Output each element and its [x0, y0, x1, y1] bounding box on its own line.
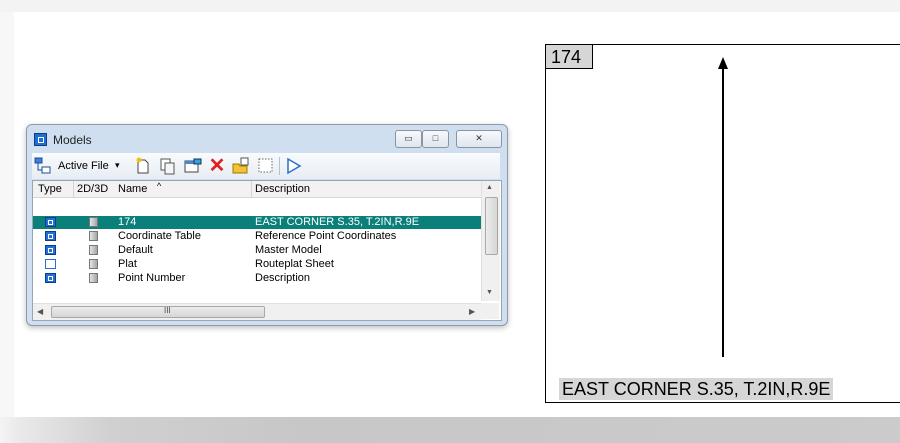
header-type[interactable]: Type — [38, 183, 62, 195]
new-model-icon[interactable] — [134, 157, 152, 175]
row-description: Master Model — [255, 244, 322, 256]
3d-model-icon — [89, 273, 98, 283]
model-properties-icon[interactable] — [184, 157, 202, 175]
window-title: Models — [53, 133, 92, 147]
model-number-label: 174 — [546, 45, 593, 69]
table-row[interactable]: Default Master Model — [33, 244, 481, 257]
toolbar: Active File ▾ ✕ — [32, 153, 500, 179]
row-description: Reference Point Coordinates — [255, 230, 397, 242]
background-left-band — [0, 12, 14, 417]
scroll-grip: III — [164, 306, 171, 315]
scroll-left-icon[interactable]: ◀ — [37, 307, 43, 316]
sort-ascending-icon: ^ — [157, 181, 162, 191]
model-icon — [45, 245, 56, 255]
3d-model-icon — [89, 231, 98, 241]
background-bottom-band — [0, 417, 900, 443]
row-description: EAST CORNER S.35, T.2IN,R.9E — [255, 216, 420, 228]
row-description: Routeplat Sheet — [255, 258, 334, 270]
list-header: Type 2D/3D Name ^ Description — [33, 181, 481, 198]
models-list: Type 2D/3D Name ^ Description 174 EAST C… — [32, 180, 502, 321]
drawing-sheet: 174 EAST CORNER S.35, T.2IN,R.9E — [545, 44, 900, 403]
row-name: Coordinate Table — [118, 230, 201, 242]
header-description[interactable]: Description — [255, 183, 310, 195]
table-row[interactable]: Plat Routeplat Sheet — [33, 258, 481, 271]
vertical-scroll-thumb[interactable] — [485, 197, 498, 255]
background-top-band — [0, 0, 900, 12]
active-file-label[interactable]: Active File — [58, 160, 109, 172]
table-row[interactable]: Point Number Description — [33, 272, 481, 285]
sheet-boundary-icon[interactable] — [257, 157, 275, 175]
toolbar-separator — [279, 157, 280, 175]
copy-model-icon[interactable] — [159, 157, 177, 175]
import-model-icon[interactable] — [232, 157, 250, 175]
3d-model-icon — [89, 217, 98, 227]
maximize-button[interactable]: □ — [422, 130, 449, 148]
row-name: 174 — [118, 216, 137, 228]
horizontal-scrollbar[interactable]: ◀ III ▶ — [33, 303, 481, 320]
model-icon — [45, 217, 56, 227]
table-row[interactable]: 174 EAST CORNER S.35, T.2IN,R.9E — [33, 216, 481, 229]
row-name: Point Number — [118, 272, 186, 284]
place-sheet-icon[interactable] — [285, 157, 303, 175]
row-name: Default — [118, 244, 153, 256]
north-arrow-line — [722, 65, 724, 357]
table-row[interactable]: Coordinate Table Reference Point Coordin… — [33, 230, 481, 243]
row-description: Description — [255, 272, 311, 284]
vertical-scrollbar[interactable]: ▲ ▼ — [481, 181, 500, 301]
horizontal-scroll-thumb[interactable]: III — [51, 306, 265, 318]
models-dialog: Models ▭ □ ✕ Active File ▾ ✕ Type 2D/3D … — [26, 124, 508, 326]
scroll-up-icon[interactable]: ▲ — [486, 184, 493, 191]
models-app-icon — [34, 133, 47, 146]
model-hierarchy-icon[interactable] — [34, 157, 52, 175]
row-name: Plat — [118, 258, 137, 270]
3d-model-icon — [89, 245, 98, 255]
header-name[interactable]: Name — [118, 183, 147, 195]
3d-model-icon — [89, 259, 98, 269]
model-icon — [45, 231, 56, 241]
title-bar[interactable]: Models ▭ □ ✕ — [27, 125, 507, 148]
active-file-dropdown-icon[interactable]: ▾ — [115, 160, 120, 171]
scrollbar-corner — [481, 303, 499, 319]
model-description-label: EAST CORNER S.35, T.2IN,R.9E — [559, 378, 834, 400]
close-button[interactable]: ✕ — [456, 130, 502, 148]
scroll-right-icon[interactable]: ▶ — [469, 307, 475, 316]
scroll-down-icon[interactable]: ▼ — [486, 289, 493, 296]
minimize-button[interactable]: ▭ — [395, 130, 422, 148]
sheet-icon — [45, 259, 56, 269]
delete-model-icon[interactable]: ✕ — [208, 156, 226, 176]
model-icon — [45, 273, 56, 283]
header-2d3d[interactable]: 2D/3D — [77, 183, 108, 195]
